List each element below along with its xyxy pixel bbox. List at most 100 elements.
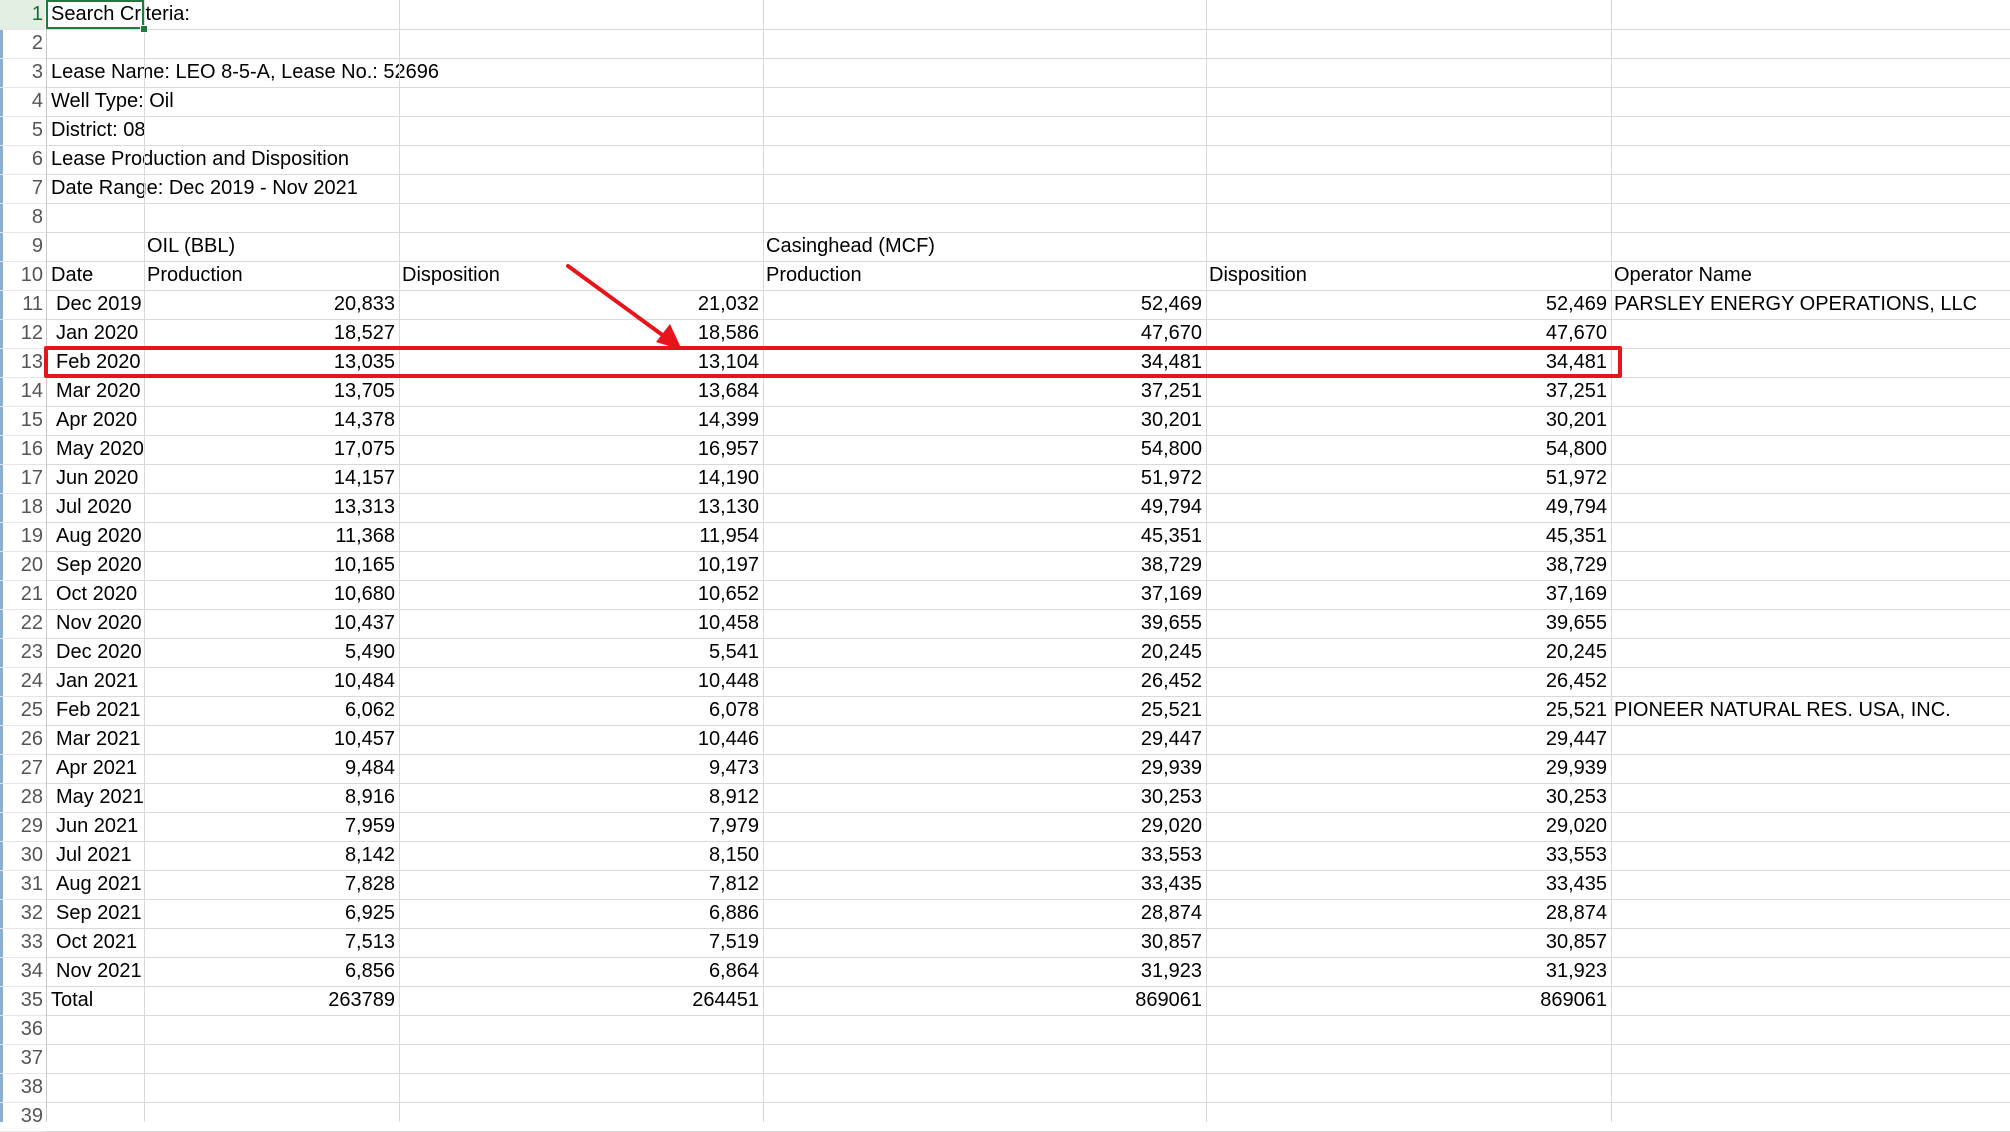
- cell-a[interactable]: Total: [48, 986, 144, 1015]
- cell-c[interactable]: 18,586: [399, 319, 763, 348]
- sheet-row[interactable]: 6 Lease Production and Disposition: [0, 145, 2010, 174]
- cell-e[interactable]: 45,351: [1206, 522, 1611, 551]
- cell-b[interactable]: OIL (BBL): [144, 232, 399, 261]
- cell-e[interactable]: 30,857: [1206, 928, 1611, 957]
- cell-c[interactable]: [399, 203, 763, 232]
- cell-b[interactable]: [144, 29, 399, 58]
- cell-c[interactable]: [399, 58, 763, 87]
- cell-d[interactable]: 25,521: [763, 696, 1206, 725]
- sheet-row[interactable]: 32 Sep 2021 6,925 6,886 28,874 28,874: [0, 899, 2010, 928]
- cell-e[interactable]: 869061: [1206, 986, 1611, 1015]
- cell-e[interactable]: [1206, 145, 1611, 174]
- row-header[interactable]: 30: [0, 841, 45, 870]
- cell-f[interactable]: [1611, 638, 2010, 667]
- cell-b[interactable]: 7,959: [144, 812, 399, 841]
- cell-c[interactable]: [399, 1044, 763, 1073]
- cell-a[interactable]: Dec 2020: [48, 638, 144, 667]
- cell-b[interactable]: 13,705: [144, 377, 399, 406]
- cell-e[interactable]: [1206, 58, 1611, 87]
- cell-c[interactable]: 13,130: [399, 493, 763, 522]
- cell-d[interactable]: 30,253: [763, 783, 1206, 812]
- row-header[interactable]: 23: [0, 638, 45, 667]
- cell-c[interactable]: [399, 1015, 763, 1044]
- cell-b[interactable]: 6,062: [144, 696, 399, 725]
- cell-e[interactable]: [1206, 232, 1611, 261]
- cell-a[interactable]: Oct 2021: [48, 928, 144, 957]
- cell-e[interactable]: Disposition: [1206, 261, 1611, 290]
- cell-f[interactable]: [1611, 116, 2010, 145]
- sheet-row[interactable]: 22 Nov 2020 10,437 10,458 39,655 39,655: [0, 609, 2010, 638]
- cell-f[interactable]: [1611, 493, 2010, 522]
- cell-d[interactable]: [763, 58, 1206, 87]
- row-header[interactable]: 33: [0, 928, 45, 957]
- cell-f[interactable]: [1611, 58, 2010, 87]
- cell-e[interactable]: 33,553: [1206, 841, 1611, 870]
- cell-e[interactable]: [1206, 0, 1611, 29]
- cell-b[interactable]: 10,484: [144, 667, 399, 696]
- cell-c[interactable]: 7,812: [399, 870, 763, 899]
- sheet-row[interactable]: 19 Aug 2020 11,368 11,954 45,351 45,351: [0, 522, 2010, 551]
- cell-e[interactable]: 30,253: [1206, 783, 1611, 812]
- sheet-row[interactable]: 16 May 2020 17,075 16,957 54,800 54,800: [0, 435, 2010, 464]
- cell-e[interactable]: 38,729: [1206, 551, 1611, 580]
- cell-b[interactable]: 10,437: [144, 609, 399, 638]
- row-header[interactable]: 20: [0, 551, 45, 580]
- cell-e[interactable]: [1206, 116, 1611, 145]
- cell-f[interactable]: [1611, 145, 2010, 174]
- row-header[interactable]: 17: [0, 464, 45, 493]
- cell-a[interactable]: Sep 2020: [48, 551, 144, 580]
- cell-f[interactable]: [1611, 580, 2010, 609]
- cell-f[interactable]: [1611, 957, 2010, 986]
- sheet-row[interactable]: 15 Apr 2020 14,378 14,399 30,201 30,201: [0, 406, 2010, 435]
- cell-b[interactable]: 10,680: [144, 580, 399, 609]
- sheet-row[interactable]: 26 Mar 2021 10,457 10,446 29,447 29,447: [0, 725, 2010, 754]
- cell-d[interactable]: 39,655: [763, 609, 1206, 638]
- cell-c[interactable]: Disposition: [399, 261, 763, 290]
- cell-f[interactable]: [1611, 522, 2010, 551]
- cell-a[interactable]: Lease Production and Disposition: [48, 145, 349, 174]
- cell-d[interactable]: 30,857: [763, 928, 1206, 957]
- cell-d[interactable]: 34,481: [763, 348, 1206, 377]
- sheet-row[interactable]: 4 Well Type: Oil: [0, 87, 2010, 116]
- cell-a[interactable]: [48, 1073, 144, 1102]
- sheet-row[interactable]: 13 Feb 2020 13,035 13,104 34,481 34,481: [0, 348, 2010, 377]
- cell-d[interactable]: 29,447: [763, 725, 1206, 754]
- sheet-row[interactable]: 36: [0, 1015, 2010, 1044]
- sheet-row[interactable]: 1 Search Criteria:: [0, 0, 2010, 29]
- cell-b[interactable]: 14,157: [144, 464, 399, 493]
- sheet-row[interactable]: 34 Nov 2021 6,856 6,864 31,923 31,923: [0, 957, 2010, 986]
- cell-b[interactable]: [144, 1073, 399, 1102]
- cell-f[interactable]: [1611, 783, 2010, 812]
- cell-a[interactable]: Date: [48, 261, 144, 290]
- cell-f[interactable]: PARSLEY ENERGY OPERATIONS, LLC: [1611, 290, 2010, 319]
- cell-c[interactable]: [399, 145, 763, 174]
- sheet-row[interactable]: 7 Date Range: Dec 2019 - Nov 2021: [0, 174, 2010, 203]
- cell-e[interactable]: 37,251: [1206, 377, 1611, 406]
- row-header[interactable]: 35: [0, 986, 45, 1015]
- sheet-row[interactable]: 23 Dec 2020 5,490 5,541 20,245 20,245: [0, 638, 2010, 667]
- cell-d[interactable]: [763, 145, 1206, 174]
- cell-a[interactable]: Feb 2020: [48, 348, 144, 377]
- cell-a[interactable]: Jan 2021: [48, 667, 144, 696]
- row-header[interactable]: 31: [0, 870, 45, 899]
- cell-e[interactable]: 49,794: [1206, 493, 1611, 522]
- row-header[interactable]: 1: [0, 0, 45, 29]
- cell-c[interactable]: 10,197: [399, 551, 763, 580]
- cell-d[interactable]: [763, 29, 1206, 58]
- cell-e[interactable]: 29,939: [1206, 754, 1611, 783]
- row-header[interactable]: 38: [0, 1073, 45, 1102]
- cell-f[interactable]: PIONEER NATURAL RES. USA, INC.: [1611, 696, 2010, 725]
- row-header[interactable]: 8: [0, 203, 45, 232]
- cell-a[interactable]: Jun 2020: [48, 464, 144, 493]
- cell-a[interactable]: Nov 2020: [48, 609, 144, 638]
- sheet-row[interactable]: 38: [0, 1073, 2010, 1102]
- cell-b[interactable]: [144, 174, 399, 203]
- cell-d[interactable]: 20,245: [763, 638, 1206, 667]
- cell-c[interactable]: 16,957: [399, 435, 763, 464]
- cell-c[interactable]: [399, 0, 763, 29]
- row-header[interactable]: 12: [0, 319, 45, 348]
- cell-f[interactable]: [1611, 899, 2010, 928]
- cell-e[interactable]: 37,169: [1206, 580, 1611, 609]
- cell-e[interactable]: [1206, 1044, 1611, 1073]
- row-header[interactable]: 14: [0, 377, 45, 406]
